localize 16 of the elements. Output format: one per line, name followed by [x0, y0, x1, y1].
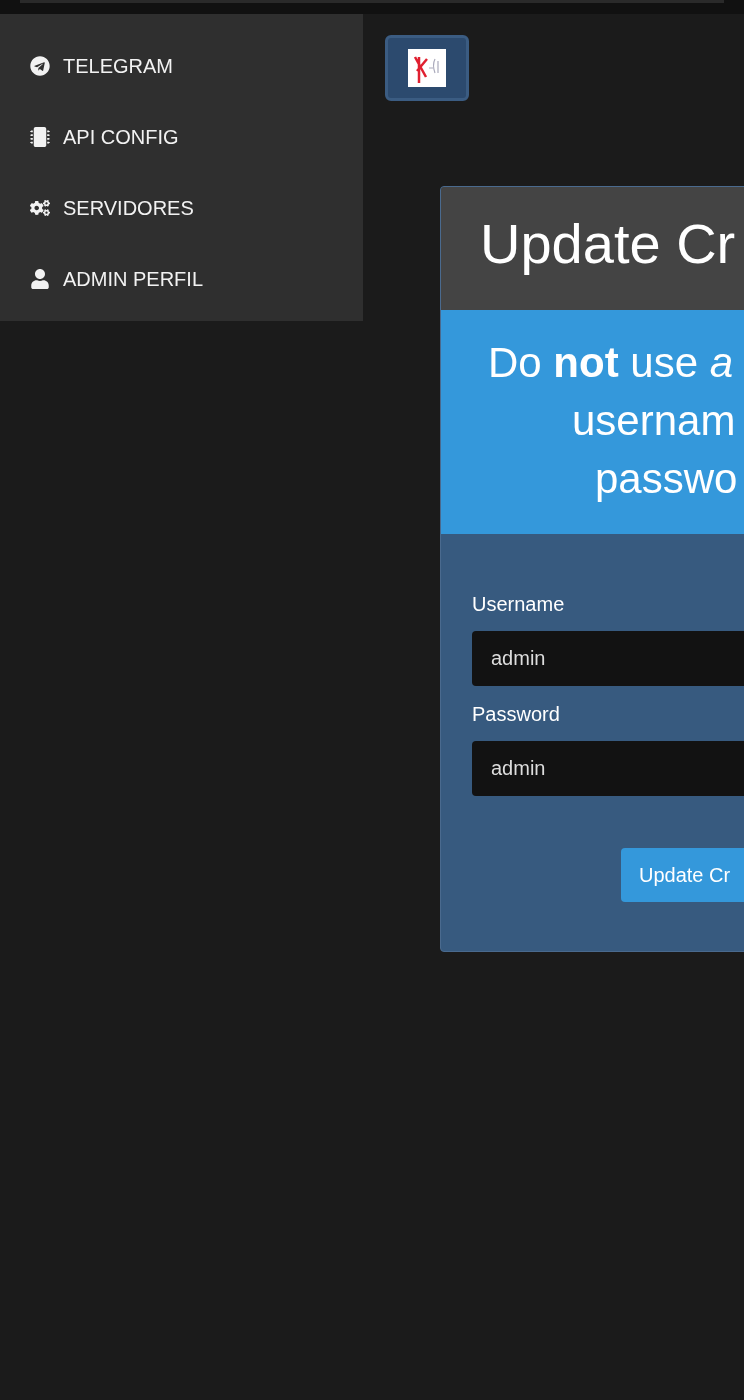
sidebar-item[interactable]: TELEGRAM [0, 30, 363, 101]
chip-icon [30, 126, 50, 147]
logo-icon [408, 49, 446, 87]
sidebar-item[interactable]: ADMIN PERFIL [0, 243, 363, 314]
sidebar-item[interactable]: API CONFIG [0, 101, 363, 172]
warning-text: Do not use a usernam passwo [487, 338, 739, 504]
gears-icon [30, 197, 50, 218]
sidebar-item[interactable]: SERVIDORES [0, 172, 363, 243]
telegram-icon [30, 55, 50, 76]
card-title: Update Cr [480, 211, 737, 277]
user-icon [30, 268, 50, 289]
logo-button[interactable] [385, 35, 469, 101]
field-label: Username [472, 592, 566, 616]
text-field[interactable]: admin [472, 741, 744, 796]
text-field[interactable]: admin [472, 631, 744, 686]
field-label: Password [472, 702, 561, 726]
